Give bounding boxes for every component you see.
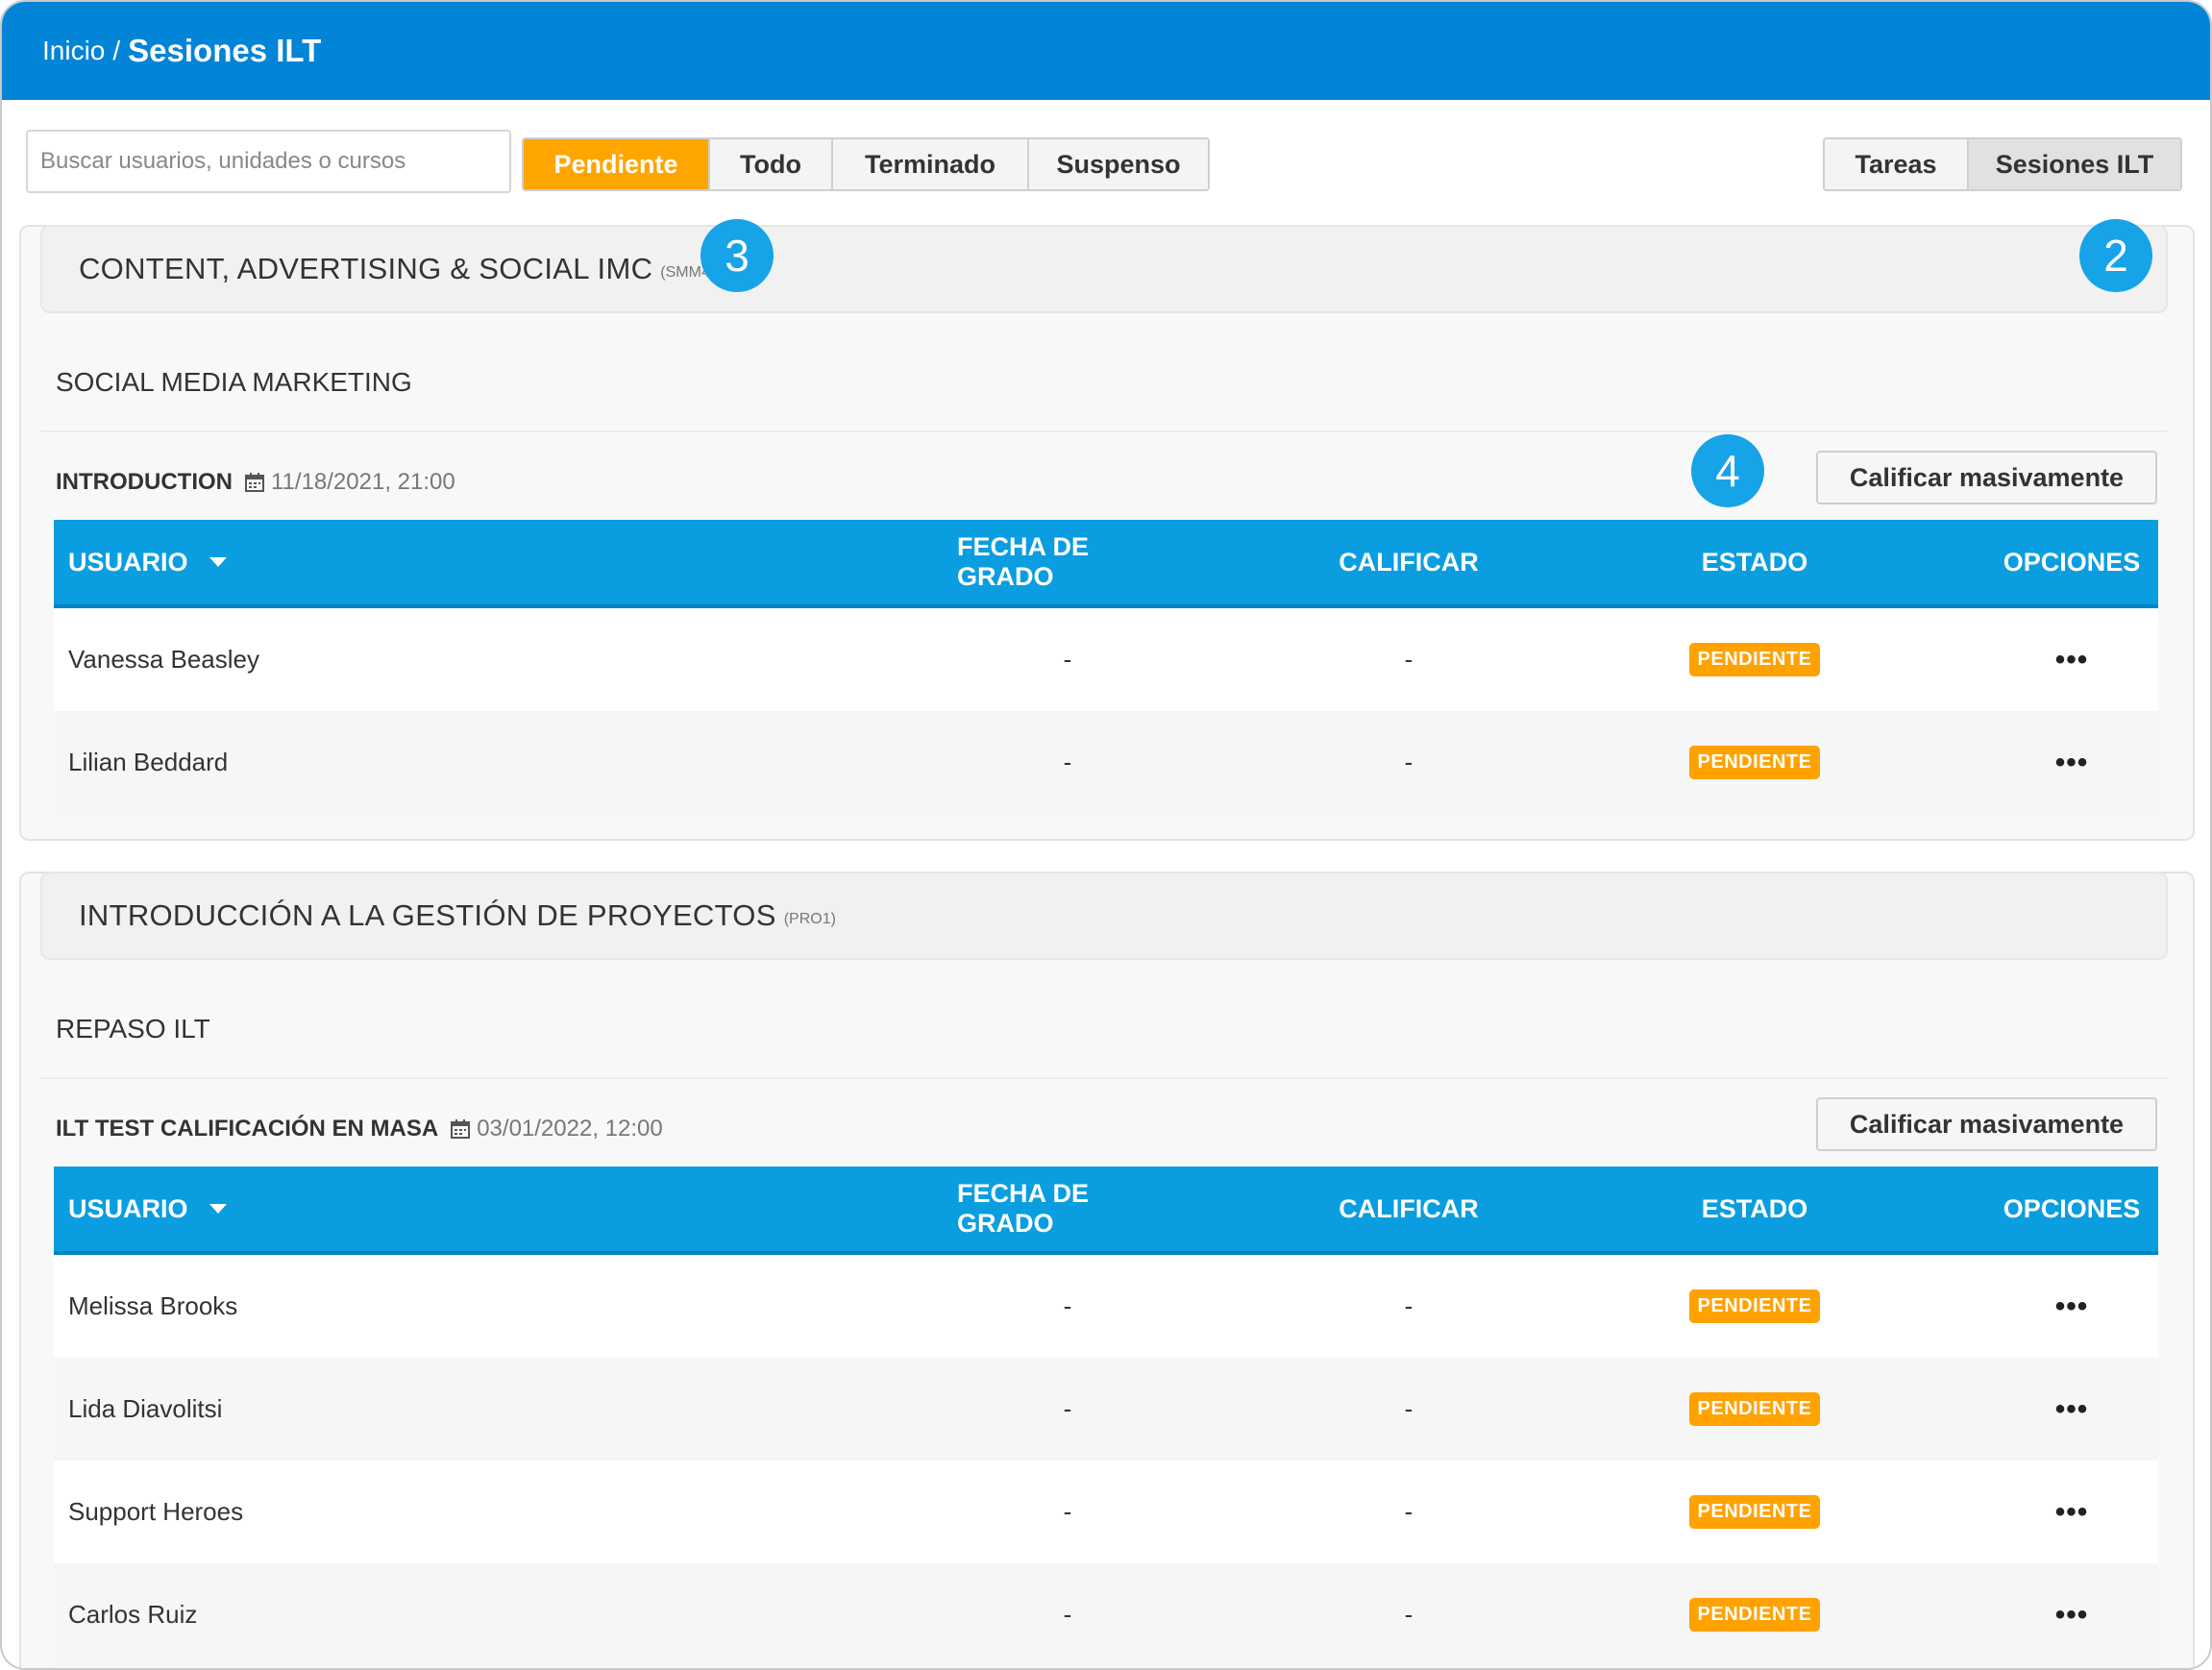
- column-header-options: OPCIONES: [2003, 1193, 2141, 1223]
- search-input[interactable]: [26, 130, 511, 193]
- table-row: Vanessa Beasley - - PENDIENTE •••: [54, 608, 2158, 711]
- tab-tareas[interactable]: Tareas: [1825, 139, 1969, 189]
- more-options-icon[interactable]: •••: [2055, 747, 2089, 779]
- callout-2: 2: [2079, 219, 2152, 292]
- module-title: REPASO ILT: [56, 1014, 210, 1044]
- table-header: USUARIO FECHA DE GRADO CALIFICAR ESTADO …: [54, 1167, 2158, 1255]
- filter-pendiente-button[interactable]: Pendiente: [524, 139, 710, 189]
- column-header-user-label: USUARIO: [68, 1193, 188, 1223]
- session-date: 03/01/2022, 12:00: [477, 1116, 663, 1142]
- grade-date-value: -: [1063, 1394, 1072, 1423]
- table-row: Lida Diavolitsi - - PENDIENTE •••: [54, 1358, 2158, 1461]
- session-line: ILT TEST CALIFICACIÓN EN MASA 03/01/2022…: [56, 1116, 663, 1142]
- user-name: Melissa Brooks: [68, 1291, 238, 1320]
- course-header: INTRODUCCIÓN A LA GESTIÓN DE PROYECTOS (…: [40, 872, 2168, 960]
- more-options-icon[interactable]: •••: [2055, 1496, 2089, 1529]
- breadcrumb-separator: /: [112, 36, 121, 65]
- course-card: CONTENT, ADVERTISING & SOCIAL IMC (SMM4)…: [19, 225, 2195, 841]
- session-name: ILT TEST CALIFICACIÓN EN MASA: [56, 1116, 439, 1142]
- table-row: Lilian Beddard - - PENDIENTE •••: [54, 711, 2158, 814]
- grade-value: -: [1404, 1291, 1413, 1320]
- grades-table: USUARIO FECHA DE GRADO CALIFICAR ESTADO …: [54, 1167, 2158, 1666]
- callout-4: 4: [1691, 434, 1764, 507]
- user-name: Lida Diavolitsi: [68, 1394, 223, 1423]
- calendar-icon: [450, 1118, 471, 1140]
- session-name: INTRODUCTION: [56, 469, 233, 495]
- column-header-grade-date: FECHA DE GRADO: [957, 1179, 1090, 1238]
- course-title: CONTENT, ADVERTISING & SOCIAL IMC: [79, 252, 653, 285]
- grade-date-value: -: [1063, 748, 1072, 776]
- divider: [40, 1077, 2168, 1079]
- column-header-user-label: USUARIO: [68, 547, 188, 577]
- filter-suspenso-button[interactable]: Suspenso: [1029, 139, 1208, 189]
- user-name: Support Heroes: [68, 1497, 244, 1526]
- grade-value: -: [1404, 748, 1413, 776]
- status-badge: PENDIENTE: [1688, 1392, 1821, 1426]
- tab-sesiones-ilt[interactable]: Sesiones ILT: [1969, 139, 2180, 189]
- filter-todo-button[interactable]: Todo: [710, 139, 833, 189]
- mass-grade-button[interactable]: Calificar masivamente: [1816, 1097, 2157, 1151]
- callout-3-number: 3: [725, 231, 750, 281]
- course-card: INTRODUCCIÓN A LA GESTIÓN DE PROYECTOS (…: [19, 872, 2195, 1668]
- divider: [40, 430, 2168, 432]
- column-header-status: ESTADO: [1701, 547, 1808, 577]
- user-name: Vanessa Beasley: [68, 645, 259, 674]
- course-title: INTRODUCCIÓN A LA GESTIÓN DE PROYECTOS: [79, 898, 776, 932]
- grade-date-value: -: [1063, 645, 1072, 674]
- user-name: Lilian Beddard: [68, 748, 229, 776]
- column-header-options: OPCIONES: [2003, 547, 2141, 577]
- grade-date-value: -: [1063, 1600, 1072, 1629]
- column-header-user[interactable]: USUARIO: [68, 1167, 227, 1251]
- status-badge: PENDIENTE: [1688, 1598, 1821, 1632]
- calendar-icon: [244, 472, 265, 493]
- column-header-grade-date: FECHA DE GRADO: [957, 532, 1090, 591]
- view-toggle: Tareas Sesiones ILT: [1823, 137, 2182, 191]
- more-options-icon[interactable]: •••: [2055, 644, 2089, 676]
- session-date: 11/18/2021, 21:00: [270, 469, 455, 495]
- callout-4-number: 4: [1715, 446, 1740, 496]
- status-badge: PENDIENTE: [1688, 643, 1821, 676]
- grade-date-value: -: [1063, 1497, 1072, 1526]
- column-header-status: ESTADO: [1701, 1193, 1808, 1223]
- grade-value: -: [1404, 1394, 1413, 1423]
- more-options-icon[interactable]: •••: [2055, 1393, 2089, 1426]
- sort-caret-down-icon[interactable]: [209, 557, 227, 567]
- sort-caret-down-icon[interactable]: [209, 1204, 227, 1214]
- session-line: INTRODUCTION 11/18/2021, 21:00: [56, 469, 455, 496]
- user-name: Carlos Ruiz: [68, 1600, 198, 1629]
- status-filter: Pendiente Todo Terminado Suspenso: [522, 137, 1210, 191]
- grade-value: -: [1404, 1600, 1413, 1629]
- callout-3: 3: [700, 219, 774, 292]
- filter-terminado-button[interactable]: Terminado: [833, 139, 1029, 189]
- grade-date-value: -: [1063, 1291, 1072, 1320]
- grade-value: -: [1404, 1497, 1413, 1526]
- column-header-grade: CALIFICAR: [1339, 1193, 1479, 1223]
- column-header-grade: CALIFICAR: [1339, 547, 1479, 577]
- grades-table: USUARIO FECHA DE GRADO CALIFICAR ESTADO …: [54, 520, 2158, 814]
- status-badge: PENDIENTE: [1688, 1495, 1821, 1529]
- module-title: SOCIAL MEDIA MARKETING: [56, 367, 412, 397]
- app-frame: Inicio / Sesiones ILT Pendiente Todo Ter…: [0, 0, 2212, 1670]
- status-badge: PENDIENTE: [1688, 746, 1821, 779]
- mass-grade-button[interactable]: Calificar masivamente: [1816, 451, 2157, 504]
- table-row: Carlos Ruiz - - PENDIENTE •••: [54, 1563, 2158, 1666]
- table-header: USUARIO FECHA DE GRADO CALIFICAR ESTADO …: [54, 520, 2158, 608]
- status-badge: PENDIENTE: [1688, 1289, 1821, 1323]
- table-row: Support Heroes - - PENDIENTE •••: [54, 1461, 2158, 1563]
- course-code: (PRO1): [783, 911, 836, 927]
- course-header: CONTENT, ADVERTISING & SOCIAL IMC (SMM4): [40, 225, 2168, 313]
- top-bar: Inicio / Sesiones ILT: [2, 2, 2210, 100]
- callout-2-number: 2: [2103, 231, 2128, 281]
- breadcrumb-home[interactable]: Inicio: [42, 36, 105, 66]
- more-options-icon[interactable]: •••: [2055, 1599, 2089, 1632]
- column-header-user[interactable]: USUARIO: [68, 520, 227, 604]
- more-options-icon[interactable]: •••: [2055, 1290, 2089, 1323]
- table-row: Melissa Brooks - - PENDIENTE •••: [54, 1255, 2158, 1358]
- page-title: Sesiones ILT: [128, 33, 322, 68]
- grade-value: -: [1404, 645, 1413, 674]
